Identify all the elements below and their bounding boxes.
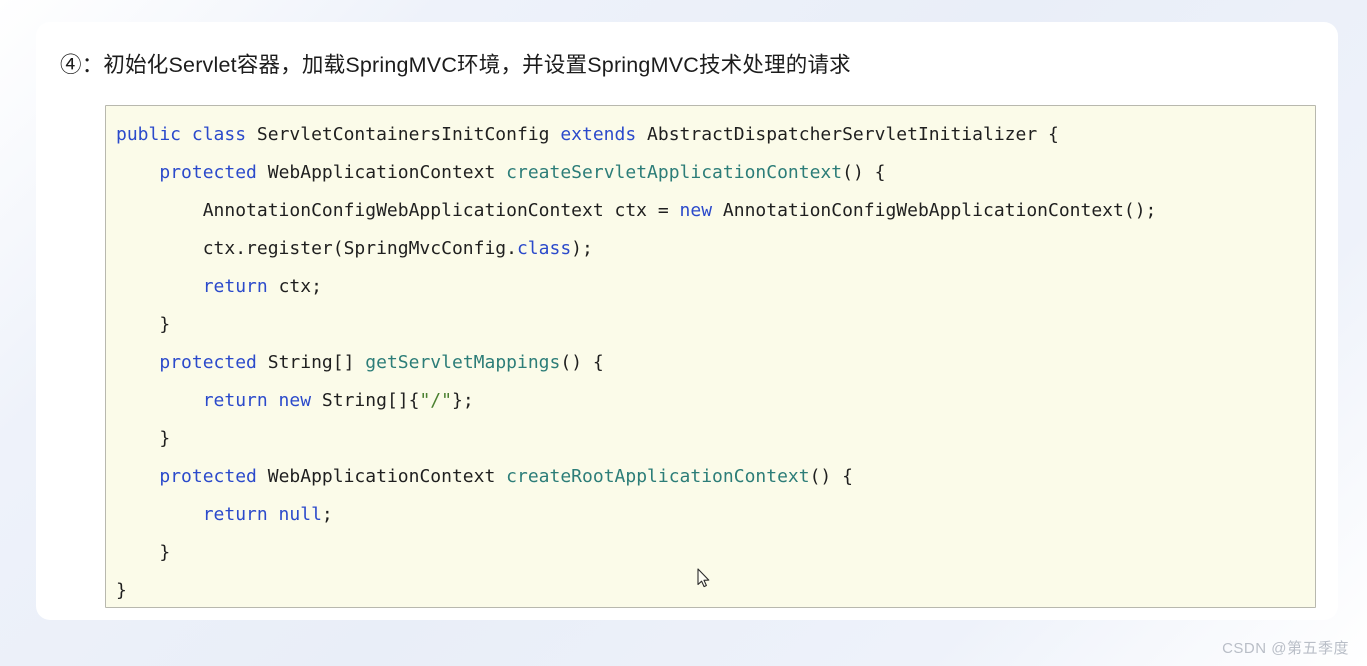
code-token-method: createServletApplicationContext — [506, 162, 843, 183]
code-line: return ctx; — [116, 268, 1315, 306]
code-token-plain: AnnotationConfigWebApplicationContext(); — [722, 200, 1157, 221]
code-token-plain: () { — [560, 352, 604, 373]
code-token-plain: } — [116, 580, 127, 601]
code-token-method: createRootApplicationContext — [506, 466, 810, 487]
code-lines-container: public class ServletContainersInitConfig… — [106, 106, 1315, 607]
code-token-kw: protected — [159, 162, 268, 183]
code-token-kw: return new — [202, 390, 322, 411]
code-token-kw: class — [516, 238, 572, 259]
code-token-plain: AnnotationConfigWebApplicationContext ct… — [116, 200, 680, 221]
code-line: public class ServletContainersInitConfig… — [116, 116, 1315, 154]
code-token-plain: ServletContainersInitConfig — [256, 124, 561, 145]
code-line: } — [116, 420, 1315, 458]
code-token-plain: WebApplicationContext — [267, 466, 507, 487]
code-line: } — [116, 534, 1315, 572]
content-card: ④：初始化Servlet容器，加载SpringMVC环境，并设置SpringMV… — [36, 22, 1338, 620]
code-token-kw: public class — [116, 124, 257, 145]
code-token-plain: ctx.register(SpringMvcConfig. — [116, 238, 517, 259]
code-line: return null; — [116, 496, 1315, 534]
code-line: AnnotationConfigWebApplicationContext ct… — [116, 192, 1315, 230]
code-line: } — [116, 572, 1315, 607]
code-token-kw: protected — [159, 352, 268, 373]
code-token-kw: new — [679, 200, 723, 221]
code-line: protected WebApplicationContext createSe… — [116, 154, 1315, 192]
code-token-plain: ctx; — [278, 276, 322, 297]
code-token-plain: } — [116, 542, 171, 563]
code-token-plain: } — [116, 314, 171, 335]
code-token-plain: AbstractDispatcherServletInitializer { — [647, 124, 1059, 145]
code-line: protected WebApplicationContext createRo… — [116, 458, 1315, 496]
code-line: return new String[]{"/"}; — [116, 382, 1315, 420]
code-token-kw: extends — [560, 124, 648, 145]
code-block[interactable]: public class ServletContainersInitConfig… — [105, 105, 1316, 608]
code-token-str: "/" — [419, 390, 452, 411]
code-line: } — [116, 306, 1315, 344]
code-token-plain: ); — [571, 238, 593, 259]
code-token-kw: return null — [202, 504, 322, 525]
code-token-plain: } — [116, 428, 171, 449]
code-token-kw: return — [202, 276, 279, 297]
code-token-plain: String[] — [267, 352, 366, 373]
code-line: protected String[] getServletMappings() … — [116, 344, 1315, 382]
code-token-plain: String[]{ — [321, 390, 420, 411]
code-token-plain: ; — [321, 504, 333, 525]
code-token-method: getServletMappings — [365, 352, 561, 373]
code-token-plain: () { — [842, 162, 886, 183]
page-title: ④：初始化Servlet容器，加载SpringMVC环境，并设置SpringMV… — [60, 53, 851, 77]
code-token-plain: () { — [809, 466, 853, 487]
code-token-plain: }; — [451, 390, 474, 411]
code-token-kw: protected — [159, 466, 268, 487]
code-token-plain: WebApplicationContext — [267, 162, 507, 183]
code-line: ctx.register(SpringMvcConfig.class); — [116, 230, 1315, 268]
watermark: CSDN @第五季度 — [1222, 640, 1349, 657]
